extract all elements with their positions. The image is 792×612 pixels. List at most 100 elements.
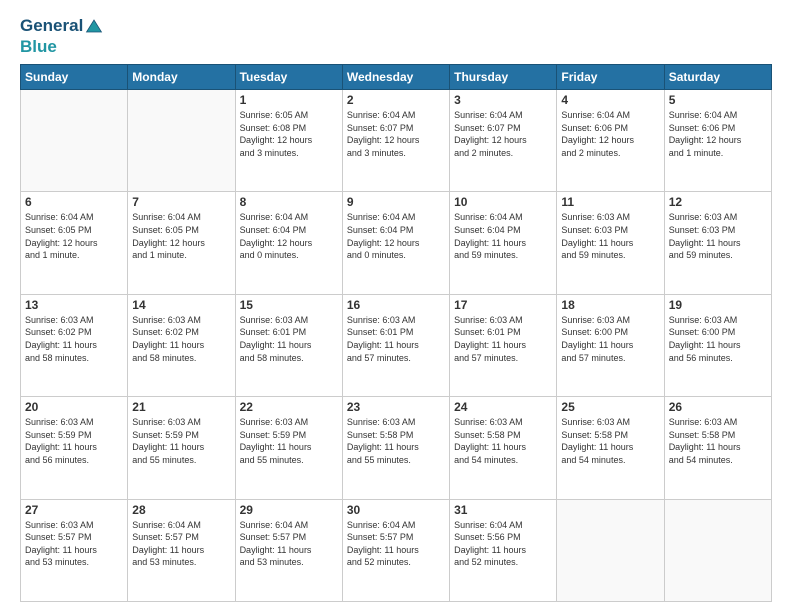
- calendar-day-cell: 24 Sunrise: 6:03 AM Sunset: 5:58 PM Dayli…: [450, 397, 557, 499]
- calendar-day-cell: 3 Sunrise: 6:04 AM Sunset: 6:07 PM Daylig…: [450, 90, 557, 192]
- day-info: Sunrise: 6:03 AM Sunset: 5:58 PM Dayligh…: [561, 416, 659, 466]
- day-info: Sunrise: 6:04 AM Sunset: 5:57 PM Dayligh…: [132, 519, 230, 569]
- day-info: Sunrise: 6:04 AM Sunset: 6:04 PM Dayligh…: [240, 211, 338, 261]
- calendar-header-day: Sunday: [21, 65, 128, 90]
- calendar-day-cell: 2 Sunrise: 6:04 AM Sunset: 6:07 PM Daylig…: [342, 90, 449, 192]
- calendar-header-row: SundayMondayTuesdayWednesdayThursdayFrid…: [21, 65, 772, 90]
- day-info: Sunrise: 6:04 AM Sunset: 6:05 PM Dayligh…: [25, 211, 123, 261]
- calendar-day-cell: 26 Sunrise: 6:03 AM Sunset: 5:58 PM Dayli…: [664, 397, 771, 499]
- day-info: Sunrise: 6:03 AM Sunset: 6:00 PM Dayligh…: [669, 314, 767, 364]
- calendar-day-cell: 1 Sunrise: 6:05 AM Sunset: 6:08 PM Daylig…: [235, 90, 342, 192]
- day-info: Sunrise: 6:03 AM Sunset: 6:03 PM Dayligh…: [561, 211, 659, 261]
- day-info: Sunrise: 6:03 AM Sunset: 6:01 PM Dayligh…: [454, 314, 552, 364]
- day-number: 12: [669, 195, 767, 209]
- calendar-day-cell: 27 Sunrise: 6:03 AM Sunset: 5:57 PM Dayli…: [21, 499, 128, 601]
- calendar-day-cell: 17 Sunrise: 6:03 AM Sunset: 6:01 PM Dayli…: [450, 294, 557, 396]
- calendar-table: SundayMondayTuesdayWednesdayThursdayFrid…: [20, 64, 772, 602]
- calendar-header-day: Monday: [128, 65, 235, 90]
- calendar-day-cell: 31Sunrise: 6:04 AM Sunset: 5:56 PM Dayli…: [450, 499, 557, 601]
- calendar-day-cell: 9 Sunrise: 6:04 AM Sunset: 6:04 PM Daylig…: [342, 192, 449, 294]
- day-info: Sunrise: 6:03 AM Sunset: 5:57 PM Dayligh…: [25, 519, 123, 569]
- day-number: 27: [25, 503, 123, 517]
- day-info: Sunrise: 6:04 AM Sunset: 6:07 PM Dayligh…: [347, 109, 445, 159]
- calendar-header-day: Friday: [557, 65, 664, 90]
- day-info: Sunrise: 6:05 AM Sunset: 6:08 PM Dayligh…: [240, 109, 338, 159]
- day-number: 1: [240, 93, 338, 107]
- day-number: 8: [240, 195, 338, 209]
- calendar-header-day: Wednesday: [342, 65, 449, 90]
- calendar-day-cell: 21 Sunrise: 6:03 AM Sunset: 5:59 PM Dayli…: [128, 397, 235, 499]
- day-info: Sunrise: 6:04 AM Sunset: 6:07 PM Dayligh…: [454, 109, 552, 159]
- header: General Blue: [20, 16, 772, 56]
- calendar-day-cell: 8 Sunrise: 6:04 AM Sunset: 6:04 PM Daylig…: [235, 192, 342, 294]
- day-number: 21: [132, 400, 230, 414]
- calendar-day-cell: 14 Sunrise: 6:03 AM Sunset: 6:02 PM Dayli…: [128, 294, 235, 396]
- calendar-day-cell: 19Sunrise: 6:03 AM Sunset: 6:00 PM Dayli…: [664, 294, 771, 396]
- day-number: 23: [347, 400, 445, 414]
- day-info: Sunrise: 6:04 AM Sunset: 5:57 PM Dayligh…: [240, 519, 338, 569]
- calendar-day-cell: 10Sunrise: 6:04 AM Sunset: 6:04 PM Dayli…: [450, 192, 557, 294]
- day-info: Sunrise: 6:03 AM Sunset: 6:02 PM Dayligh…: [25, 314, 123, 364]
- calendar-week-row: 13 Sunrise: 6:03 AM Sunset: 6:02 PM Dayli…: [21, 294, 772, 396]
- logo: General Blue: [20, 16, 103, 56]
- logo-icon: [85, 17, 103, 35]
- day-info: Sunrise: 6:03 AM Sunset: 5:58 PM Dayligh…: [669, 416, 767, 466]
- day-info: Sunrise: 6:04 AM Sunset: 5:57 PM Dayligh…: [347, 519, 445, 569]
- day-info: Sunrise: 6:04 AM Sunset: 6:06 PM Dayligh…: [561, 109, 659, 159]
- logo-blue: Blue: [20, 37, 57, 56]
- calendar-day-cell: 16 Sunrise: 6:03 AM Sunset: 6:01 PM Dayli…: [342, 294, 449, 396]
- calendar-week-row: 20 Sunrise: 6:03 AM Sunset: 5:59 PM Dayli…: [21, 397, 772, 499]
- day-number: 30: [347, 503, 445, 517]
- calendar-day-cell: 22 Sunrise: 6:03 AM Sunset: 5:59 PM Dayli…: [235, 397, 342, 499]
- day-info: Sunrise: 6:03 AM Sunset: 6:01 PM Dayligh…: [240, 314, 338, 364]
- calendar-day-cell: 29Sunrise: 6:04 AM Sunset: 5:57 PM Dayli…: [235, 499, 342, 601]
- calendar-day-cell: 4Sunrise: 6:04 AM Sunset: 6:06 PM Daylig…: [557, 90, 664, 192]
- day-number: 18: [561, 298, 659, 312]
- day-number: 15: [240, 298, 338, 312]
- calendar-day-cell: 6 Sunrise: 6:04 AM Sunset: 6:05 PM Daylig…: [21, 192, 128, 294]
- logo-general: General: [20, 16, 83, 35]
- day-info: Sunrise: 6:03 AM Sunset: 5:59 PM Dayligh…: [132, 416, 230, 466]
- calendar-day-cell: 25 Sunrise: 6:03 AM Sunset: 5:58 PM Dayli…: [557, 397, 664, 499]
- logo-text: General Blue: [20, 16, 103, 56]
- day-info: Sunrise: 6:03 AM Sunset: 6:01 PM Dayligh…: [347, 314, 445, 364]
- day-info: Sunrise: 6:03 AM Sunset: 6:00 PM Dayligh…: [561, 314, 659, 364]
- calendar-header-day: Thursday: [450, 65, 557, 90]
- page: General Blue SundayMondayTuesdayWednesda…: [0, 0, 792, 612]
- calendar-day-cell: 11 Sunrise: 6:03 AM Sunset: 6:03 PM Dayli…: [557, 192, 664, 294]
- calendar-day-cell: [557, 499, 664, 601]
- day-number: 14: [132, 298, 230, 312]
- day-number: 22: [240, 400, 338, 414]
- day-number: 2: [347, 93, 445, 107]
- day-number: 28: [132, 503, 230, 517]
- day-number: 24: [454, 400, 552, 414]
- day-info: Sunrise: 6:04 AM Sunset: 6:06 PM Dayligh…: [669, 109, 767, 159]
- calendar-day-cell: 5Sunrise: 6:04 AM Sunset: 6:06 PM Daylig…: [664, 90, 771, 192]
- day-info: Sunrise: 6:03 AM Sunset: 5:58 PM Dayligh…: [347, 416, 445, 466]
- day-number: 3: [454, 93, 552, 107]
- day-number: 16: [347, 298, 445, 312]
- day-number: 13: [25, 298, 123, 312]
- day-number: 25: [561, 400, 659, 414]
- day-number: 9: [347, 195, 445, 209]
- day-info: Sunrise: 6:03 AM Sunset: 6:02 PM Dayligh…: [132, 314, 230, 364]
- day-number: 20: [25, 400, 123, 414]
- calendar-day-cell: 30 Sunrise: 6:04 AM Sunset: 5:57 PM Dayli…: [342, 499, 449, 601]
- day-info: Sunrise: 6:03 AM Sunset: 5:59 PM Dayligh…: [25, 416, 123, 466]
- day-number: 26: [669, 400, 767, 414]
- day-info: Sunrise: 6:04 AM Sunset: 6:05 PM Dayligh…: [132, 211, 230, 261]
- day-number: 6: [25, 195, 123, 209]
- day-info: Sunrise: 6:03 AM Sunset: 5:58 PM Dayligh…: [454, 416, 552, 466]
- calendar-day-cell: 13 Sunrise: 6:03 AM Sunset: 6:02 PM Dayli…: [21, 294, 128, 396]
- calendar-week-row: 27 Sunrise: 6:03 AM Sunset: 5:57 PM Dayli…: [21, 499, 772, 601]
- day-number: 17: [454, 298, 552, 312]
- calendar-day-cell: [664, 499, 771, 601]
- calendar-day-cell: 12Sunrise: 6:03 AM Sunset: 6:03 PM Dayli…: [664, 192, 771, 294]
- day-info: Sunrise: 6:03 AM Sunset: 5:59 PM Dayligh…: [240, 416, 338, 466]
- calendar-week-row: 6 Sunrise: 6:04 AM Sunset: 6:05 PM Daylig…: [21, 192, 772, 294]
- calendar-day-cell: [128, 90, 235, 192]
- day-info: Sunrise: 6:04 AM Sunset: 6:04 PM Dayligh…: [347, 211, 445, 261]
- calendar-week-row: 1 Sunrise: 6:05 AM Sunset: 6:08 PM Daylig…: [21, 90, 772, 192]
- day-number: 10: [454, 195, 552, 209]
- day-number: 11: [561, 195, 659, 209]
